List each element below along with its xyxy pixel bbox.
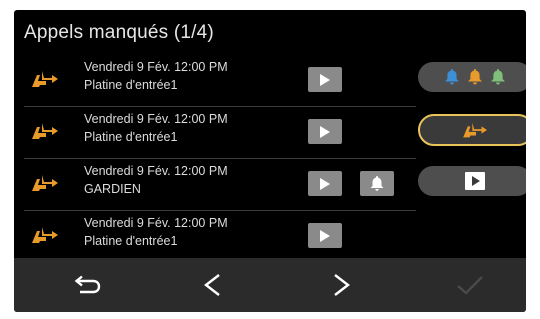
back-button[interactable] bbox=[68, 269, 108, 301]
list-item[interactable]: Vendredi 9 Fév. 12:00 PM Platine d'entré… bbox=[24, 211, 416, 262]
check-icon bbox=[457, 276, 483, 295]
call-datetime: Vendredi 9 Fév. 12:00 PM bbox=[84, 164, 228, 178]
back-icon bbox=[74, 275, 101, 294]
play-icon bbox=[320, 177, 330, 190]
call-datetime: Vendredi 9 Fév. 12:00 PM bbox=[84, 216, 228, 230]
play-box-icon bbox=[465, 172, 485, 190]
missed-calls-filter-button[interactable] bbox=[418, 114, 526, 146]
play-icon bbox=[320, 125, 330, 138]
call-datetime: Vendredi 9 Fév. 12:00 PM bbox=[84, 112, 228, 126]
missed-call-icon bbox=[32, 71, 58, 87]
confirm-button[interactable] bbox=[450, 269, 490, 301]
missed-call-icon bbox=[32, 123, 58, 139]
bell-icon bbox=[370, 176, 384, 191]
bottom-nav-bar bbox=[14, 258, 526, 312]
call-source: Platine d'entrée1 bbox=[84, 234, 178, 248]
missed-call-icon bbox=[32, 227, 58, 243]
play-button[interactable] bbox=[308, 171, 342, 196]
previous-button[interactable] bbox=[192, 269, 232, 301]
previous-icon bbox=[204, 274, 220, 296]
call-datetime: Vendredi 9 Fév. 12:00 PM bbox=[84, 60, 228, 74]
page-title: Appels manqués (1/4) bbox=[24, 22, 214, 43]
all-calls-filter-button[interactable] bbox=[418, 62, 526, 92]
bells-multicolor-icon bbox=[445, 69, 505, 85]
call-source: Platine d'entrée1 bbox=[84, 130, 178, 144]
play-icon bbox=[320, 229, 330, 242]
play-button[interactable] bbox=[308, 119, 342, 144]
call-source: Platine d'entrée1 bbox=[84, 78, 178, 92]
next-icon bbox=[334, 274, 350, 296]
play-button[interactable] bbox=[308, 67, 342, 92]
list-item[interactable]: Vendredi 9 Fév. 12:00 PM Platine d'entré… bbox=[24, 107, 416, 159]
call-list: Vendredi 9 Fév. 12:00 PM Platine d'entré… bbox=[24, 55, 416, 262]
play-icon bbox=[320, 73, 330, 86]
missed-call-icon bbox=[32, 175, 58, 191]
missed-call-icon bbox=[463, 122, 487, 138]
list-item[interactable]: Vendredi 9 Fév. 12:00 PM GARDIEN bbox=[24, 159, 416, 211]
bell-button[interactable] bbox=[360, 171, 394, 196]
play-button[interactable] bbox=[308, 223, 342, 248]
list-item[interactable]: Vendredi 9 Fév. 12:00 PM Platine d'entré… bbox=[24, 55, 416, 107]
recordings-filter-button[interactable] bbox=[418, 166, 526, 196]
missed-calls-screen: Appels manqués (1/4) Vendredi 9 Fév. 12:… bbox=[14, 10, 526, 312]
next-button[interactable] bbox=[322, 269, 362, 301]
call-source: GARDIEN bbox=[84, 182, 141, 196]
